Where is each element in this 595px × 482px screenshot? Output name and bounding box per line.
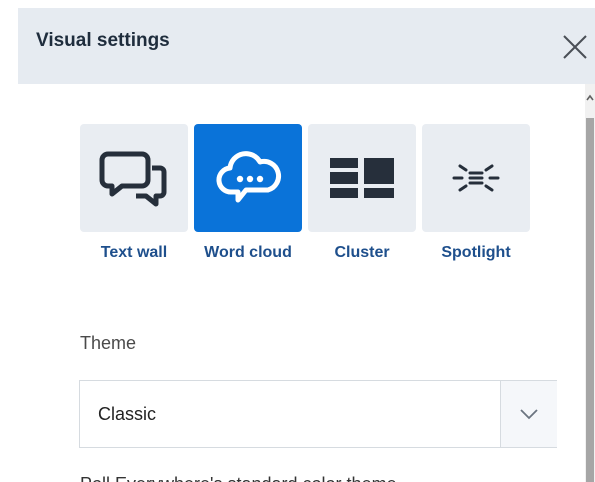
mode-label: Word cloud [204, 244, 292, 261]
theme-dropdown-button[interactable] [500, 381, 557, 447]
visual-mode-selector: Text wall Word cloud Cluster Spotlight [80, 124, 530, 274]
theme-select[interactable]: Classic [79, 380, 557, 448]
close-button[interactable] [560, 32, 590, 62]
mode-tile [308, 124, 416, 232]
mode-spotlight[interactable]: Spotlight [422, 124, 534, 274]
spotlight-icon [452, 164, 500, 192]
mode-tile [194, 124, 302, 232]
visual-settings-panel: Visual settings Text wall Word cloud Clu… [18, 8, 595, 482]
theme-select-value: Classic [98, 404, 157, 424]
panel-title: Visual settings [36, 30, 170, 51]
scrollbar-thumb[interactable] [586, 118, 594, 482]
speech-bubbles-icon [99, 151, 167, 207]
theme-description: Poll Everywhere's standard color theme [80, 474, 397, 482]
mode-cluster[interactable]: Cluster [308, 124, 420, 274]
scroll-up-icon[interactable] [585, 92, 595, 104]
mode-label: Cluster [334, 244, 390, 261]
mode-tile [422, 124, 530, 232]
cloud-chat-icon [216, 151, 282, 203]
mode-tile [80, 124, 188, 232]
panel-header: Visual settings [18, 8, 595, 84]
close-icon [563, 35, 587, 59]
vertical-scrollbar[interactable] [585, 84, 595, 482]
mode-label: Spotlight [441, 244, 511, 261]
mode-text-wall[interactable]: Text wall [80, 124, 192, 274]
chevron-down-icon [520, 409, 538, 420]
mode-label: Text wall [100, 244, 168, 261]
cluster-icon [330, 158, 394, 198]
theme-label: Theme [80, 333, 137, 353]
mode-word-cloud[interactable]: Word cloud [194, 124, 306, 274]
